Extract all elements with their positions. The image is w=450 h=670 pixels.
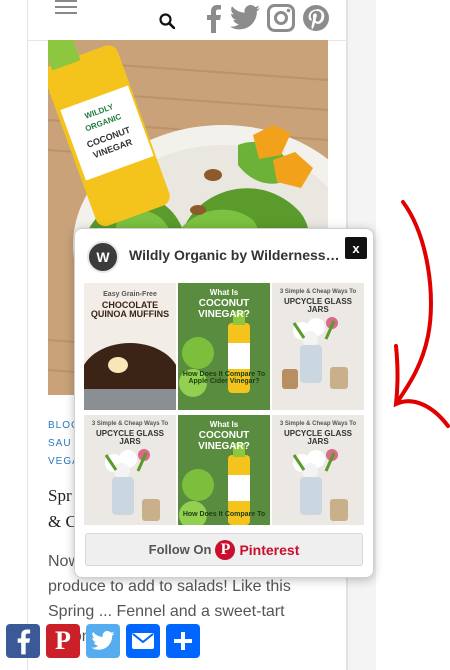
facebook-icon[interactable] xyxy=(202,2,224,34)
pin-main-text: UPCYCLE GLASS JARS xyxy=(283,429,352,447)
pin-main-text: CHOCOLATE QUINOA MUFFINS xyxy=(90,300,170,320)
pin-tile[interactable]: What Is COCONUT VINEGAR? How Does It Com… xyxy=(178,415,270,525)
red-arrow-annotation xyxy=(393,200,450,428)
follow-label: Follow On xyxy=(148,542,212,557)
pin-top-text: What Is xyxy=(209,288,239,297)
site-header xyxy=(28,0,348,41)
pin-main-text: COCONUT VINEGAR? xyxy=(198,430,250,452)
profile-name[interactable]: Wildly Organic by Wilderness F... xyxy=(129,247,341,263)
share-pinterest-button[interactable]: P xyxy=(46,624,80,658)
facebook-icon xyxy=(17,629,31,655)
pinterest-logo-icon: P xyxy=(215,539,236,560)
pin-tile[interactable]: 3 Simple & Cheap Ways To UPCYCLE GLASS J… xyxy=(272,283,364,410)
pin-main-text: UPCYCLE GLASS JARS xyxy=(95,429,164,447)
pin-tile[interactable]: 3 Simple & Cheap Ways To UPCYCLE GLASS J… xyxy=(84,415,176,525)
pin-tile[interactable]: Easy Grain-Free CHOCOLATE QUINOA MUFFINS xyxy=(84,283,176,410)
twitter-icon xyxy=(91,631,115,650)
share-facebook-button[interactable] xyxy=(6,624,40,658)
popup-header: W Wildly Organic by Wilderness F... x xyxy=(75,229,373,281)
pin-tile[interactable]: 3 Simple & Cheap Ways To UPCYCLE GLASS J… xyxy=(272,415,364,525)
pin-bottom-text: How Does It Compare To xyxy=(182,511,266,518)
pin-top-text: Easy Grain-Free xyxy=(103,291,157,298)
twitter-icon[interactable] xyxy=(229,2,261,34)
email-icon xyxy=(132,633,154,649)
hamburger-icon[interactable] xyxy=(55,0,77,16)
share-email-button[interactable] xyxy=(126,624,160,658)
pin-top-text: 3 Simple & Cheap Ways To xyxy=(279,289,357,295)
pinterest-profile-popup: W Wildly Organic by Wilderness F... x Ea… xyxy=(74,228,374,578)
close-button[interactable]: x xyxy=(345,237,367,259)
pin-bottom-text: How Does It Compare To Apple Cider Vineg… xyxy=(182,371,266,386)
follow-on-pinterest-button[interactable]: Follow On P Pinterest xyxy=(85,533,363,566)
pin-top-text: What Is xyxy=(209,420,239,429)
pinterest-icon: P xyxy=(55,626,71,655)
pin-main-text: COCONUT VINEGAR? xyxy=(198,298,250,320)
pinterest-icon[interactable] xyxy=(301,2,331,34)
pin-grid: Easy Grain-Free CHOCOLATE QUINOA MUFFINS… xyxy=(84,283,364,525)
plus-icon xyxy=(174,632,192,650)
search-icon[interactable] xyxy=(159,13,176,34)
pin-top-text: 3 Simple & Cheap Ways To xyxy=(279,421,357,427)
pin-main-text: UPCYCLE GLASS JARS xyxy=(283,297,352,315)
profile-avatar[interactable]: W xyxy=(87,241,119,273)
share-more-button[interactable] xyxy=(166,624,200,658)
share-twitter-button[interactable] xyxy=(86,624,120,658)
pin-tile[interactable]: What Is COCONUT VINEGAR? How Does It Com… xyxy=(178,283,270,410)
pinterest-wordmark: Pinterest xyxy=(239,541,300,558)
pin-top-text: 3 Simple & Cheap Ways To xyxy=(91,421,169,427)
instagram-icon[interactable] xyxy=(266,2,296,34)
